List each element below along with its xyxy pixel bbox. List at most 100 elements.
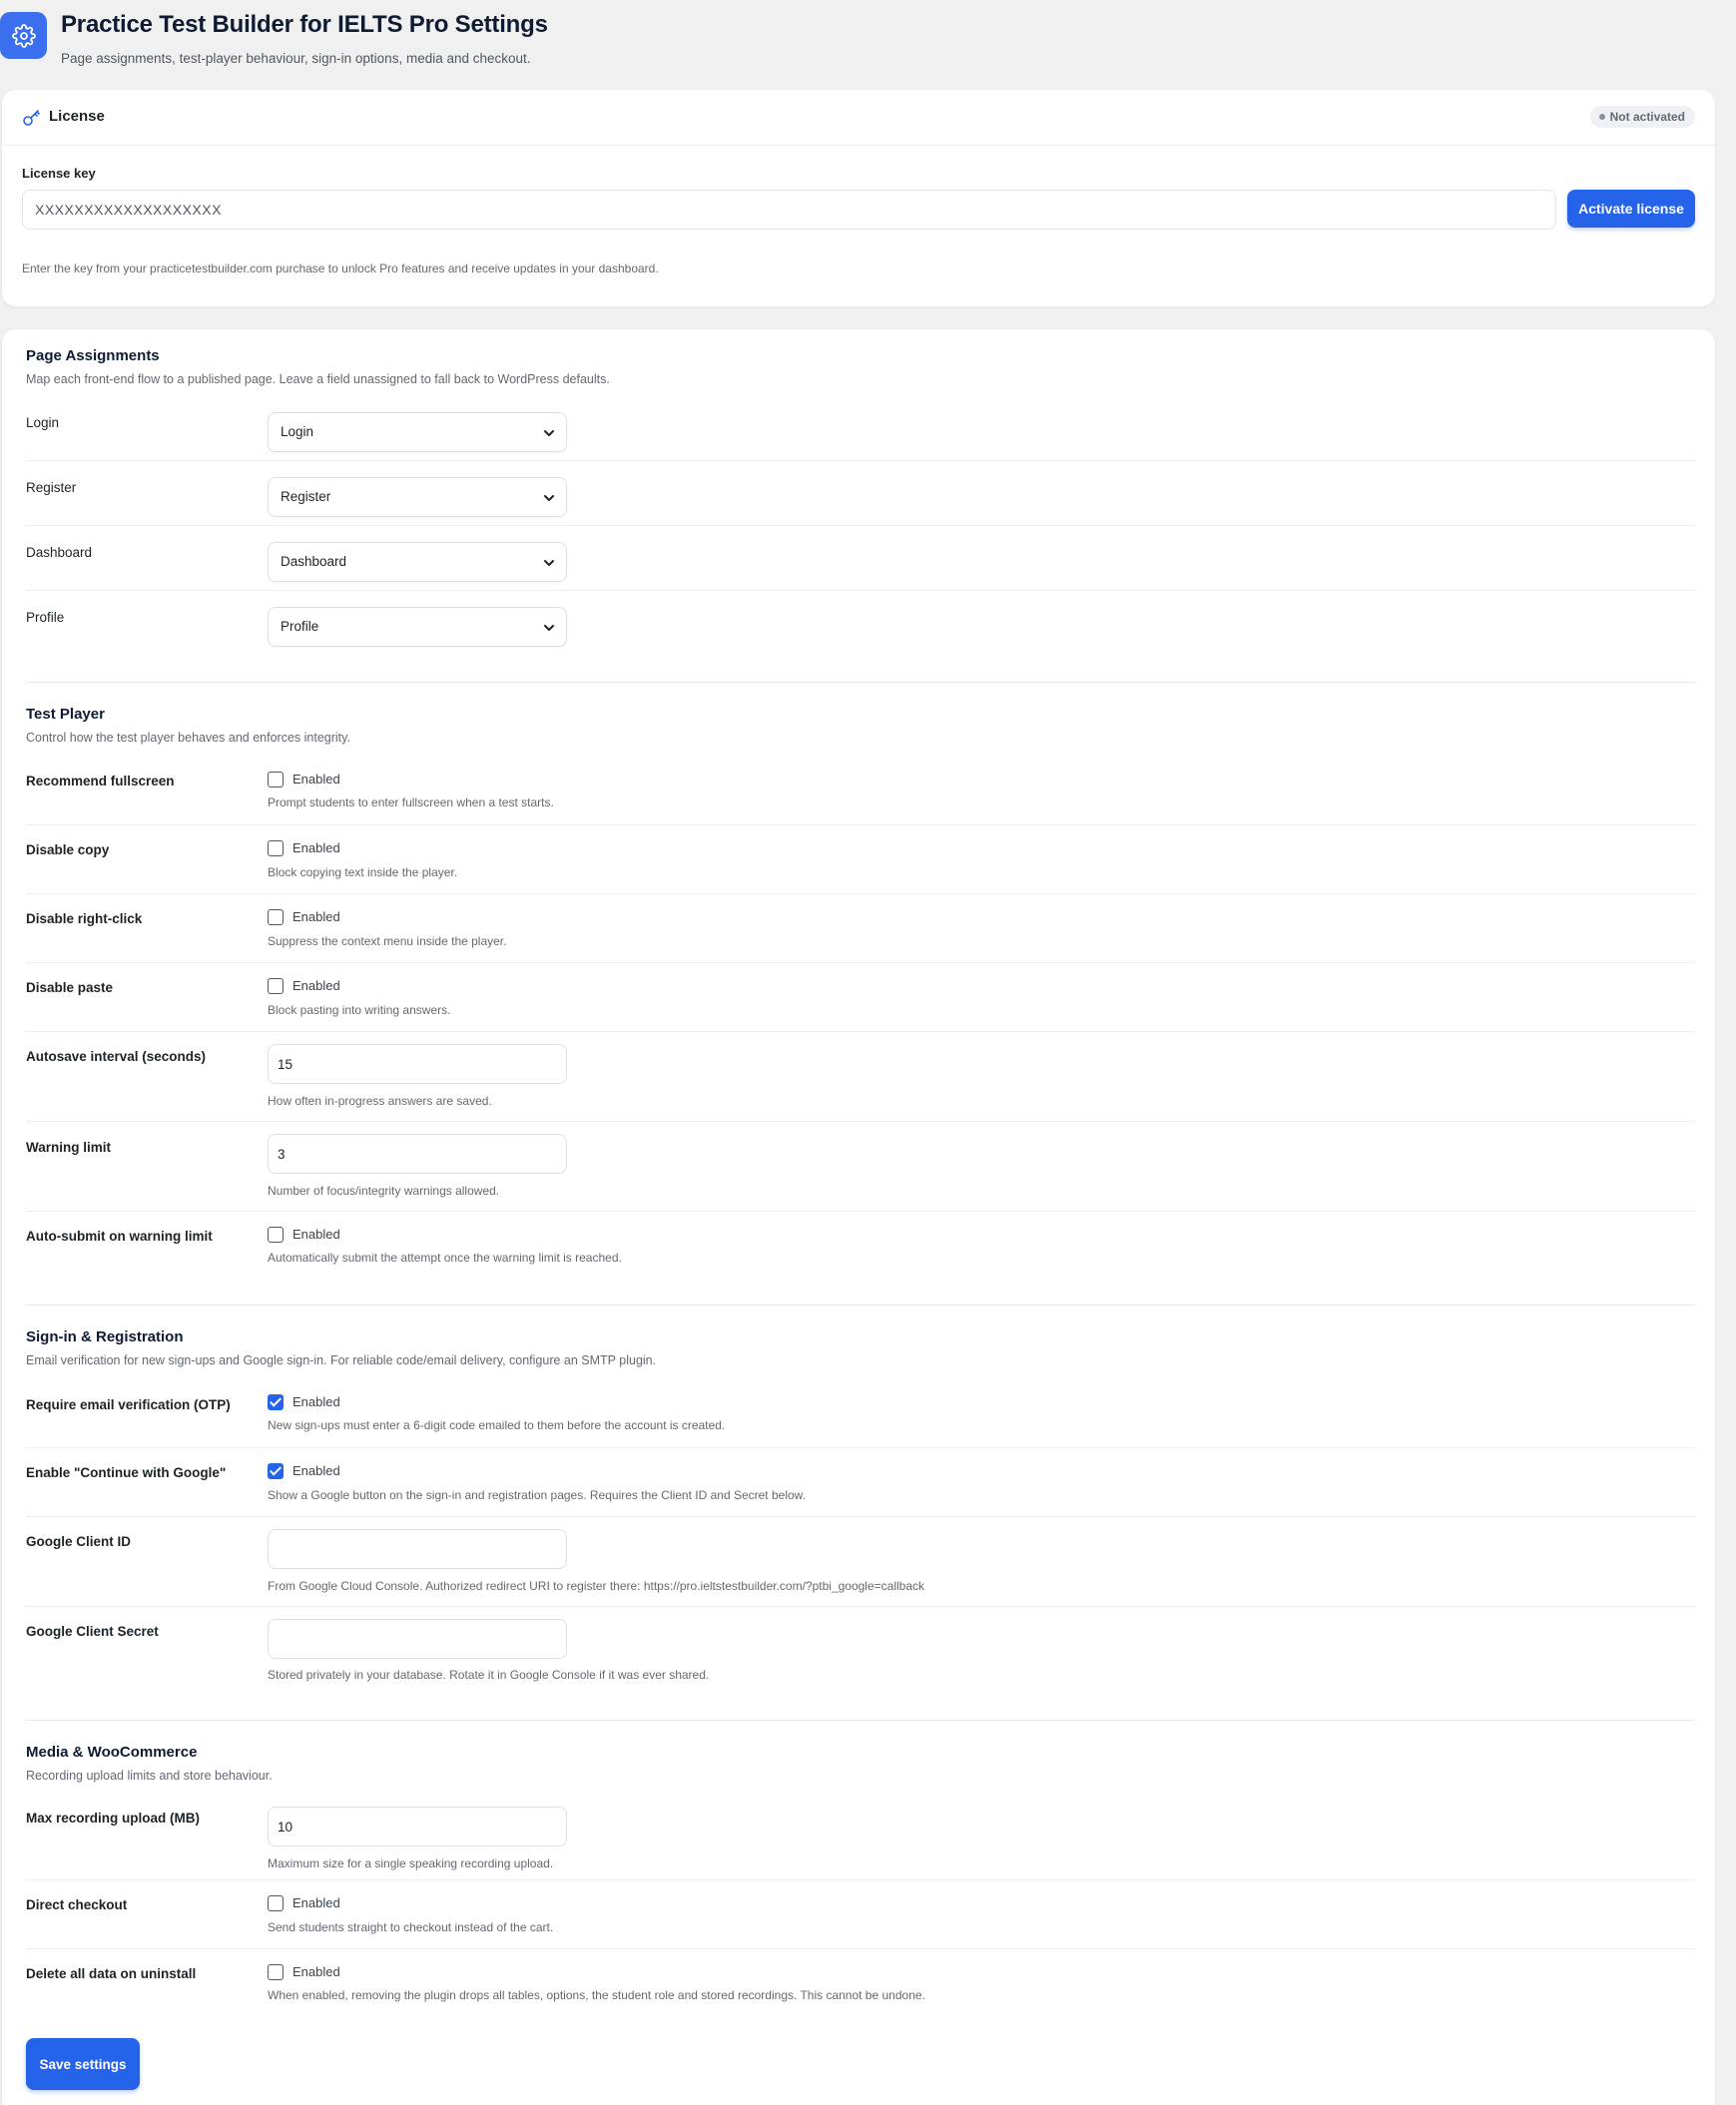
client-secret-help: Stored privately in your database. Rotat… xyxy=(268,1668,710,1682)
checkbox-label: Enabled xyxy=(292,1227,340,1242)
checkbox-label: Enabled xyxy=(292,978,340,993)
license-key-input[interactable] xyxy=(22,190,1556,230)
checkbox-label: Enabled xyxy=(292,840,340,855)
checkbox-label: Enabled xyxy=(292,772,340,787)
require-otp-row: Require email verification (OTP) Enabled… xyxy=(26,1389,1695,1448)
page-row-profile: Profile Profile xyxy=(26,591,1695,651)
google-enable-checkbox[interactable] xyxy=(268,1463,284,1479)
disable-paste-row: Disable paste Enabled Block pasting into… xyxy=(26,963,1695,1032)
disable-paste-checkbox[interactable] xyxy=(268,978,284,994)
direct-checkout-help: Send students straight to checkout inste… xyxy=(268,1920,554,1934)
page-header: Practice Test Builder for IELTS Pro Sett… xyxy=(0,8,1736,68)
checkbox-label: Enabled xyxy=(292,1895,340,1910)
signin-title: Sign-in & Registration xyxy=(26,1328,184,1345)
autosave-interval-label: Autosave interval (seconds) xyxy=(26,1049,207,1064)
recommend-fullscreen-row: Recommend fullscreen Enabled Prompt stud… xyxy=(26,767,1695,825)
settings-card: Page Assignments Map each front-end flow… xyxy=(2,329,1715,2105)
save-settings-button[interactable]: Save settings xyxy=(26,2038,140,2090)
direct-checkout-row: Direct checkout Enabled Send students st… xyxy=(26,1880,1695,1949)
client-id-label: Google Client ID xyxy=(26,1534,132,1549)
section-divider xyxy=(26,1305,1695,1306)
page-assignments-description: Map each front-end flow to a published p… xyxy=(26,372,610,386)
warning-limit-row: Warning limit Number of focus/integrity … xyxy=(26,1122,1695,1212)
page-assignments-title: Page Assignments xyxy=(26,347,160,364)
media-description: Recording upload limits and store behavi… xyxy=(26,1769,273,1783)
checkbox-label: Enabled xyxy=(292,1394,340,1409)
delete-data-label: Delete all data on uninstall xyxy=(26,1966,197,1981)
dashboard-page-select-value: Dashboard xyxy=(281,554,347,569)
test-player-description: Control how the test player behaves and … xyxy=(26,731,350,745)
max-upload-row: Max recording upload (MB) Maximum size f… xyxy=(26,1801,1695,1880)
google-enable-row: Enable "Continue with Google" Enabled Sh… xyxy=(26,1448,1695,1517)
client-secret-row: Google Client Secret Stored privately in… xyxy=(26,1607,1695,1692)
auto-submit-label: Auto-submit on warning limit xyxy=(26,1229,213,1244)
checkbox-label: Enabled xyxy=(292,1463,340,1478)
client-id-row: Google Client ID From Google Cloud Conso… xyxy=(26,1517,1695,1607)
require-otp-help: New sign-ups must enter a 6-digit code e… xyxy=(268,1418,726,1432)
autosave-interval-input[interactable] xyxy=(268,1044,567,1084)
max-upload-input[interactable] xyxy=(268,1807,567,1846)
profile-label: Profile xyxy=(26,610,65,625)
max-upload-label: Max recording upload (MB) xyxy=(26,1811,201,1826)
license-header: License Not activated xyxy=(2,90,1715,146)
require-otp-checkbox[interactable] xyxy=(268,1394,284,1410)
dashboard-label: Dashboard xyxy=(26,545,93,560)
test-player-title: Test Player xyxy=(26,706,105,723)
disable-right-click-checkbox[interactable] xyxy=(268,909,284,925)
register-page-select[interactable]: Register xyxy=(268,477,567,517)
test-player-section: Test Player Control how the test player … xyxy=(26,706,1695,745)
client-secret-label: Google Client Secret xyxy=(26,1624,159,1639)
disable-paste-label: Disable paste xyxy=(26,980,114,995)
client-secret-input[interactable] xyxy=(268,1619,567,1659)
page-subtitle: Page assignments, test-player behaviour,… xyxy=(61,51,531,66)
signin-section: Sign-in & Registration Email verificatio… xyxy=(26,1328,1695,1367)
warning-limit-input[interactable] xyxy=(268,1134,567,1174)
section-divider xyxy=(26,682,1695,683)
license-key-label: License key xyxy=(22,166,96,181)
disable-right-click-help: Suppress the context menu inside the pla… xyxy=(268,934,507,948)
warning-limit-label: Warning limit xyxy=(26,1140,111,1155)
login-label: Login xyxy=(26,415,60,430)
gear-icon xyxy=(0,12,47,59)
profile-page-select[interactable]: Profile xyxy=(268,607,567,647)
chevron-down-icon xyxy=(544,625,554,631)
auto-submit-help: Automatically submit the attempt once th… xyxy=(268,1251,622,1265)
disable-right-click-row: Disable right-click Enabled Suppress the… xyxy=(26,894,1695,963)
autosave-interval-help: How often in-progress answers are saved. xyxy=(268,1094,492,1108)
register-page-select-value: Register xyxy=(281,489,331,504)
direct-checkout-label: Direct checkout xyxy=(26,1897,128,1912)
media-section: Media & WooCommerce Recording upload lim… xyxy=(26,1744,1695,1783)
activate-license-button[interactable]: Activate license xyxy=(1567,190,1695,228)
delete-data-row: Delete all data on uninstall Enabled Whe… xyxy=(26,1949,1695,2014)
warning-limit-help: Number of focus/integrity warnings allow… xyxy=(268,1184,500,1198)
recommend-fullscreen-checkbox[interactable] xyxy=(268,772,284,788)
disable-copy-label: Disable copy xyxy=(26,842,110,857)
section-divider xyxy=(26,1720,1695,1721)
key-icon xyxy=(23,110,40,126)
page-title: Practice Test Builder for IELTS Pro Sett… xyxy=(61,11,548,38)
disable-copy-row: Disable copy Enabled Block copying text … xyxy=(26,825,1695,894)
login-page-select-value: Login xyxy=(281,424,314,439)
page-assignments-section: Page Assignments Map each front-end flow… xyxy=(26,347,1695,386)
checkbox-label: Enabled xyxy=(292,1964,340,1979)
disable-copy-checkbox[interactable] xyxy=(268,840,284,856)
license-card: License Not activated License key Activa… xyxy=(2,90,1715,306)
license-title: License xyxy=(49,108,105,125)
disable-paste-help: Block pasting into writing answers. xyxy=(268,1003,451,1017)
direct-checkout-checkbox[interactable] xyxy=(268,1895,284,1911)
license-help-text: Enter the key from your practicetestbuil… xyxy=(22,262,659,275)
dashboard-page-select[interactable]: Dashboard xyxy=(268,542,567,582)
register-label: Register xyxy=(26,480,77,495)
delete-data-checkbox[interactable] xyxy=(268,1964,284,1980)
auto-submit-row: Auto-submit on warning limit Enabled Aut… xyxy=(26,1212,1695,1277)
recommend-fullscreen-label: Recommend fullscreen xyxy=(26,774,175,789)
client-id-input[interactable] xyxy=(268,1529,567,1569)
max-upload-help: Maximum size for a single speaking recor… xyxy=(268,1856,554,1870)
auto-submit-checkbox[interactable] xyxy=(268,1227,284,1243)
media-title: Media & WooCommerce xyxy=(26,1744,198,1761)
login-page-select[interactable]: Login xyxy=(268,412,567,452)
require-otp-label: Require email verification (OTP) xyxy=(26,1397,231,1412)
google-enable-label: Enable "Continue with Google" xyxy=(26,1465,227,1480)
autosave-interval-row: Autosave interval (seconds) How often in… xyxy=(26,1032,1695,1122)
checkbox-label: Enabled xyxy=(292,909,340,924)
